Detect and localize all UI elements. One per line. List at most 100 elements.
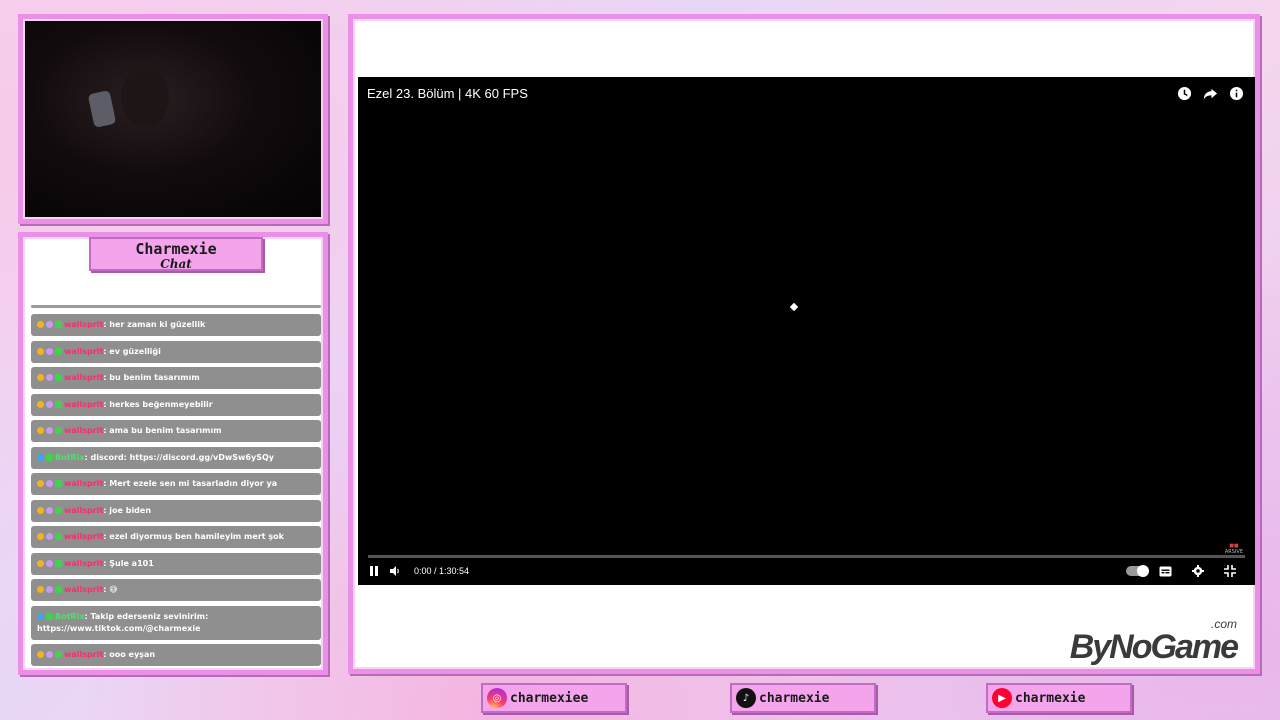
sub-badge-icon <box>55 651 62 658</box>
youtube-icon: ▶ <box>992 688 1012 708</box>
chat-text: : herkes beğenmeyebilir <box>103 399 213 409</box>
share-icon[interactable] <box>1202 85 1219 102</box>
heart-badge-icon <box>46 586 53 593</box>
webcam-phone <box>87 90 117 128</box>
chat-message: wallsprit: bu benim tasarımım <box>31 367 321 389</box>
sub-badge-icon <box>55 347 62 355</box>
chat-text: : joe biden <box>103 505 152 515</box>
chat-text: : discord: https://discord.gg/vDwSw6ySQy <box>84 452 274 462</box>
pause-button[interactable] <box>368 565 380 577</box>
chat-text: : Mert ezele sen mi tasarladın diyor ya <box>103 479 278 488</box>
autoplay-toggle[interactable] <box>1126 565 1149 577</box>
sub-badge-icon <box>55 533 62 540</box>
heart-badge-icon <box>46 347 53 355</box>
info-icon[interactable] <box>1228 85 1245 102</box>
coin-badge-icon <box>37 651 44 658</box>
social-youtube: ▶ charmexie <box>986 683 1132 713</box>
chat-text: : ezel diyormuş ben hamileyim mert şok <box>103 532 284 541</box>
coin-badge-icon <box>37 506 44 514</box>
sub-badge-icon <box>55 506 62 514</box>
heart-badge-icon <box>46 651 53 658</box>
webcam-panel <box>18 14 328 224</box>
chat-username[interactable]: wallsprit <box>64 585 103 594</box>
youtube-handle: charmexie <box>1015 690 1086 706</box>
chat-title: Charmexie <box>135 240 217 258</box>
verified-badge-icon <box>46 612 53 620</box>
chat-text: : ama bu benim tasarımım <box>103 426 222 435</box>
exit-fullscreen-icon[interactable] <box>1224 565 1236 577</box>
chat-username[interactable]: wallsprit <box>64 400 103 409</box>
chat-message: wallsprit: ama bu benim tasarımım <box>31 420 321 442</box>
heart-badge-icon <box>46 321 53 328</box>
heart-badge-icon <box>46 506 53 514</box>
chat-message: wallsprit: 😅 <box>31 579 321 601</box>
video-frame: Ezel 23. Bölüm | 4K 60 FPS ■■ ARSIVE 0:0… <box>348 14 1260 674</box>
sub-badge-icon <box>55 586 62 593</box>
chat-username[interactable]: wallsprit <box>64 373 103 382</box>
chat-username[interactable]: BotRix <box>55 453 84 462</box>
bot-badge-icon <box>37 453 44 461</box>
coin-badge-icon <box>37 559 44 567</box>
sub-badge-icon <box>55 400 62 408</box>
instagram-handle: charmexiee <box>510 690 589 706</box>
coin-badge-icon <box>37 427 44 434</box>
time-display: 0:00 / 1:30:54 <box>414 566 470 576</box>
player-right-controls <box>1126 565 1245 577</box>
video-player[interactable]: Ezel 23. Bölüm | 4K 60 FPS ■■ ARSIVE 0:0… <box>358 77 1255 585</box>
chat-username[interactable]: wallsprit <box>64 426 103 435</box>
coin-badge-icon <box>37 480 44 487</box>
progress-bar[interactable] <box>368 555 1245 558</box>
social-instagram: ◎ charmexiee <box>481 683 627 713</box>
heart-badge-icon <box>46 427 53 434</box>
chat-username[interactable]: wallsprit <box>64 320 103 329</box>
webcam-person <box>121 67 169 127</box>
chat-message: wallsprit: her zaman ki güzellik <box>31 314 321 336</box>
settings-gear-icon[interactable] <box>1192 565 1204 577</box>
chat-header: Charmexie Chat <box>89 237 263 271</box>
player-top-icons <box>1176 85 1245 102</box>
clock-icon[interactable] <box>1176 85 1193 102</box>
chat-username[interactable]: wallsprit <box>64 506 103 515</box>
loading-spinner <box>789 302 799 312</box>
volume-icon[interactable] <box>389 565 401 577</box>
chat-message: BotRix: Takip ederseniz sevinirim: https… <box>31 605 321 640</box>
chat-username[interactable]: wallsprit <box>64 559 103 568</box>
social-tiktok: ♪ charmexie <box>730 683 876 713</box>
chat-text: : ooo eyşan <box>103 650 156 659</box>
coin-badge-icon <box>37 374 44 381</box>
instagram-icon: ◎ <box>487 688 507 708</box>
chat-message: wallsprit: joe biden <box>31 499 321 522</box>
coin-badge-icon <box>37 533 44 540</box>
sub-badge-icon <box>55 374 62 381</box>
chat-message: wallsprit: Mert ezele sen mi tasarladın … <box>31 473 321 495</box>
coin-badge-icon <box>37 347 44 355</box>
chat-username[interactable]: wallsprit <box>64 347 103 356</box>
sub-badge-icon <box>55 480 62 487</box>
webcam-feed <box>26 22 320 216</box>
coin-badge-icon <box>37 400 44 408</box>
chat-message: wallsprit: herkes beğenmeyebilir <box>31 393 321 416</box>
tiktok-icon: ♪ <box>736 688 756 708</box>
chat-message-list[interactable]: wallsprit: her zaman ki güzellik wallspri… <box>31 305 321 671</box>
chat-message: wallsprit: Şule a101 <box>31 552 321 575</box>
channel-watermark: ■■ ARSIVE <box>1224 543 1243 555</box>
chat-text: : her zaman ki güzellik <box>103 320 206 329</box>
chat-text: : bu benim tasarımım <box>103 373 200 382</box>
chat-username[interactable]: wallsprit <box>64 479 103 488</box>
player-controls: 0:00 / 1:30:54 <box>368 562 1245 580</box>
tiktok-handle: charmexie <box>759 690 830 706</box>
chat-username[interactable]: wallsprit <box>64 532 103 541</box>
chat-text: : Şule a101 <box>103 558 154 568</box>
chat-message: wallsprit: ooo eyşan <box>31 644 321 666</box>
chat-message: wallsprit: ev güzelliği <box>31 340 321 363</box>
chat-panel: Charmexie Chat wallsprit: her zaman ki g… <box>18 232 328 675</box>
subtitles-icon[interactable] <box>1159 566 1172 577</box>
chat-message: wallsprit: ezel diyormuş ben hamileyim m… <box>31 526 321 548</box>
chat-username[interactable]: wallsprit <box>64 650 103 659</box>
chat-text: : 😅 <box>103 585 118 594</box>
chat-text: : ev güzelliği <box>103 346 161 356</box>
video-title[interactable]: Ezel 23. Bölüm | 4K 60 FPS <box>367 86 528 101</box>
verified-badge-icon <box>46 453 53 461</box>
chat-username[interactable]: BotRix <box>55 612 84 621</box>
coin-badge-icon <box>37 321 44 328</box>
